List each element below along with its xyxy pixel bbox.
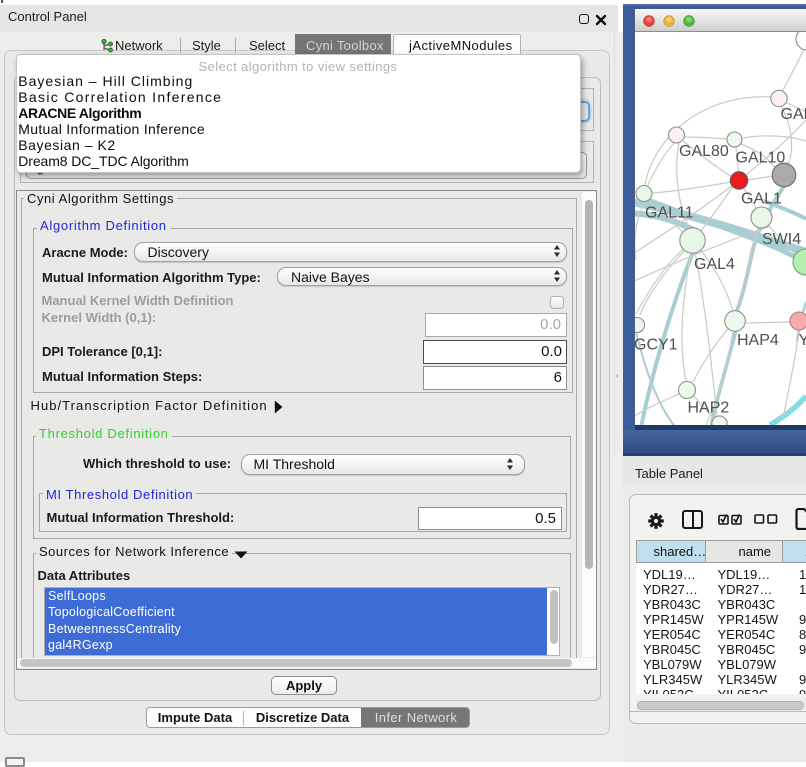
svg-text:HAP2: HAP2	[688, 400, 730, 417]
svg-text:HAP4: HAP4	[737, 332, 779, 349]
svg-text:GAL11: GAL11	[645, 205, 694, 222]
svg-text:GAL2: GAL2	[781, 106, 806, 123]
svg-text:GCY1: GCY1	[635, 337, 678, 354]
svg-text:YB: YB	[799, 332, 806, 349]
svg-text:SWI4: SWI4	[762, 231, 801, 248]
svg-text:GAL1: GAL1	[741, 191, 782, 208]
svg-text:GAL10: GAL10	[736, 150, 786, 167]
svg-text:GAL80: GAL80	[679, 143, 729, 160]
svg-text:GAL4: GAL4	[694, 256, 735, 273]
